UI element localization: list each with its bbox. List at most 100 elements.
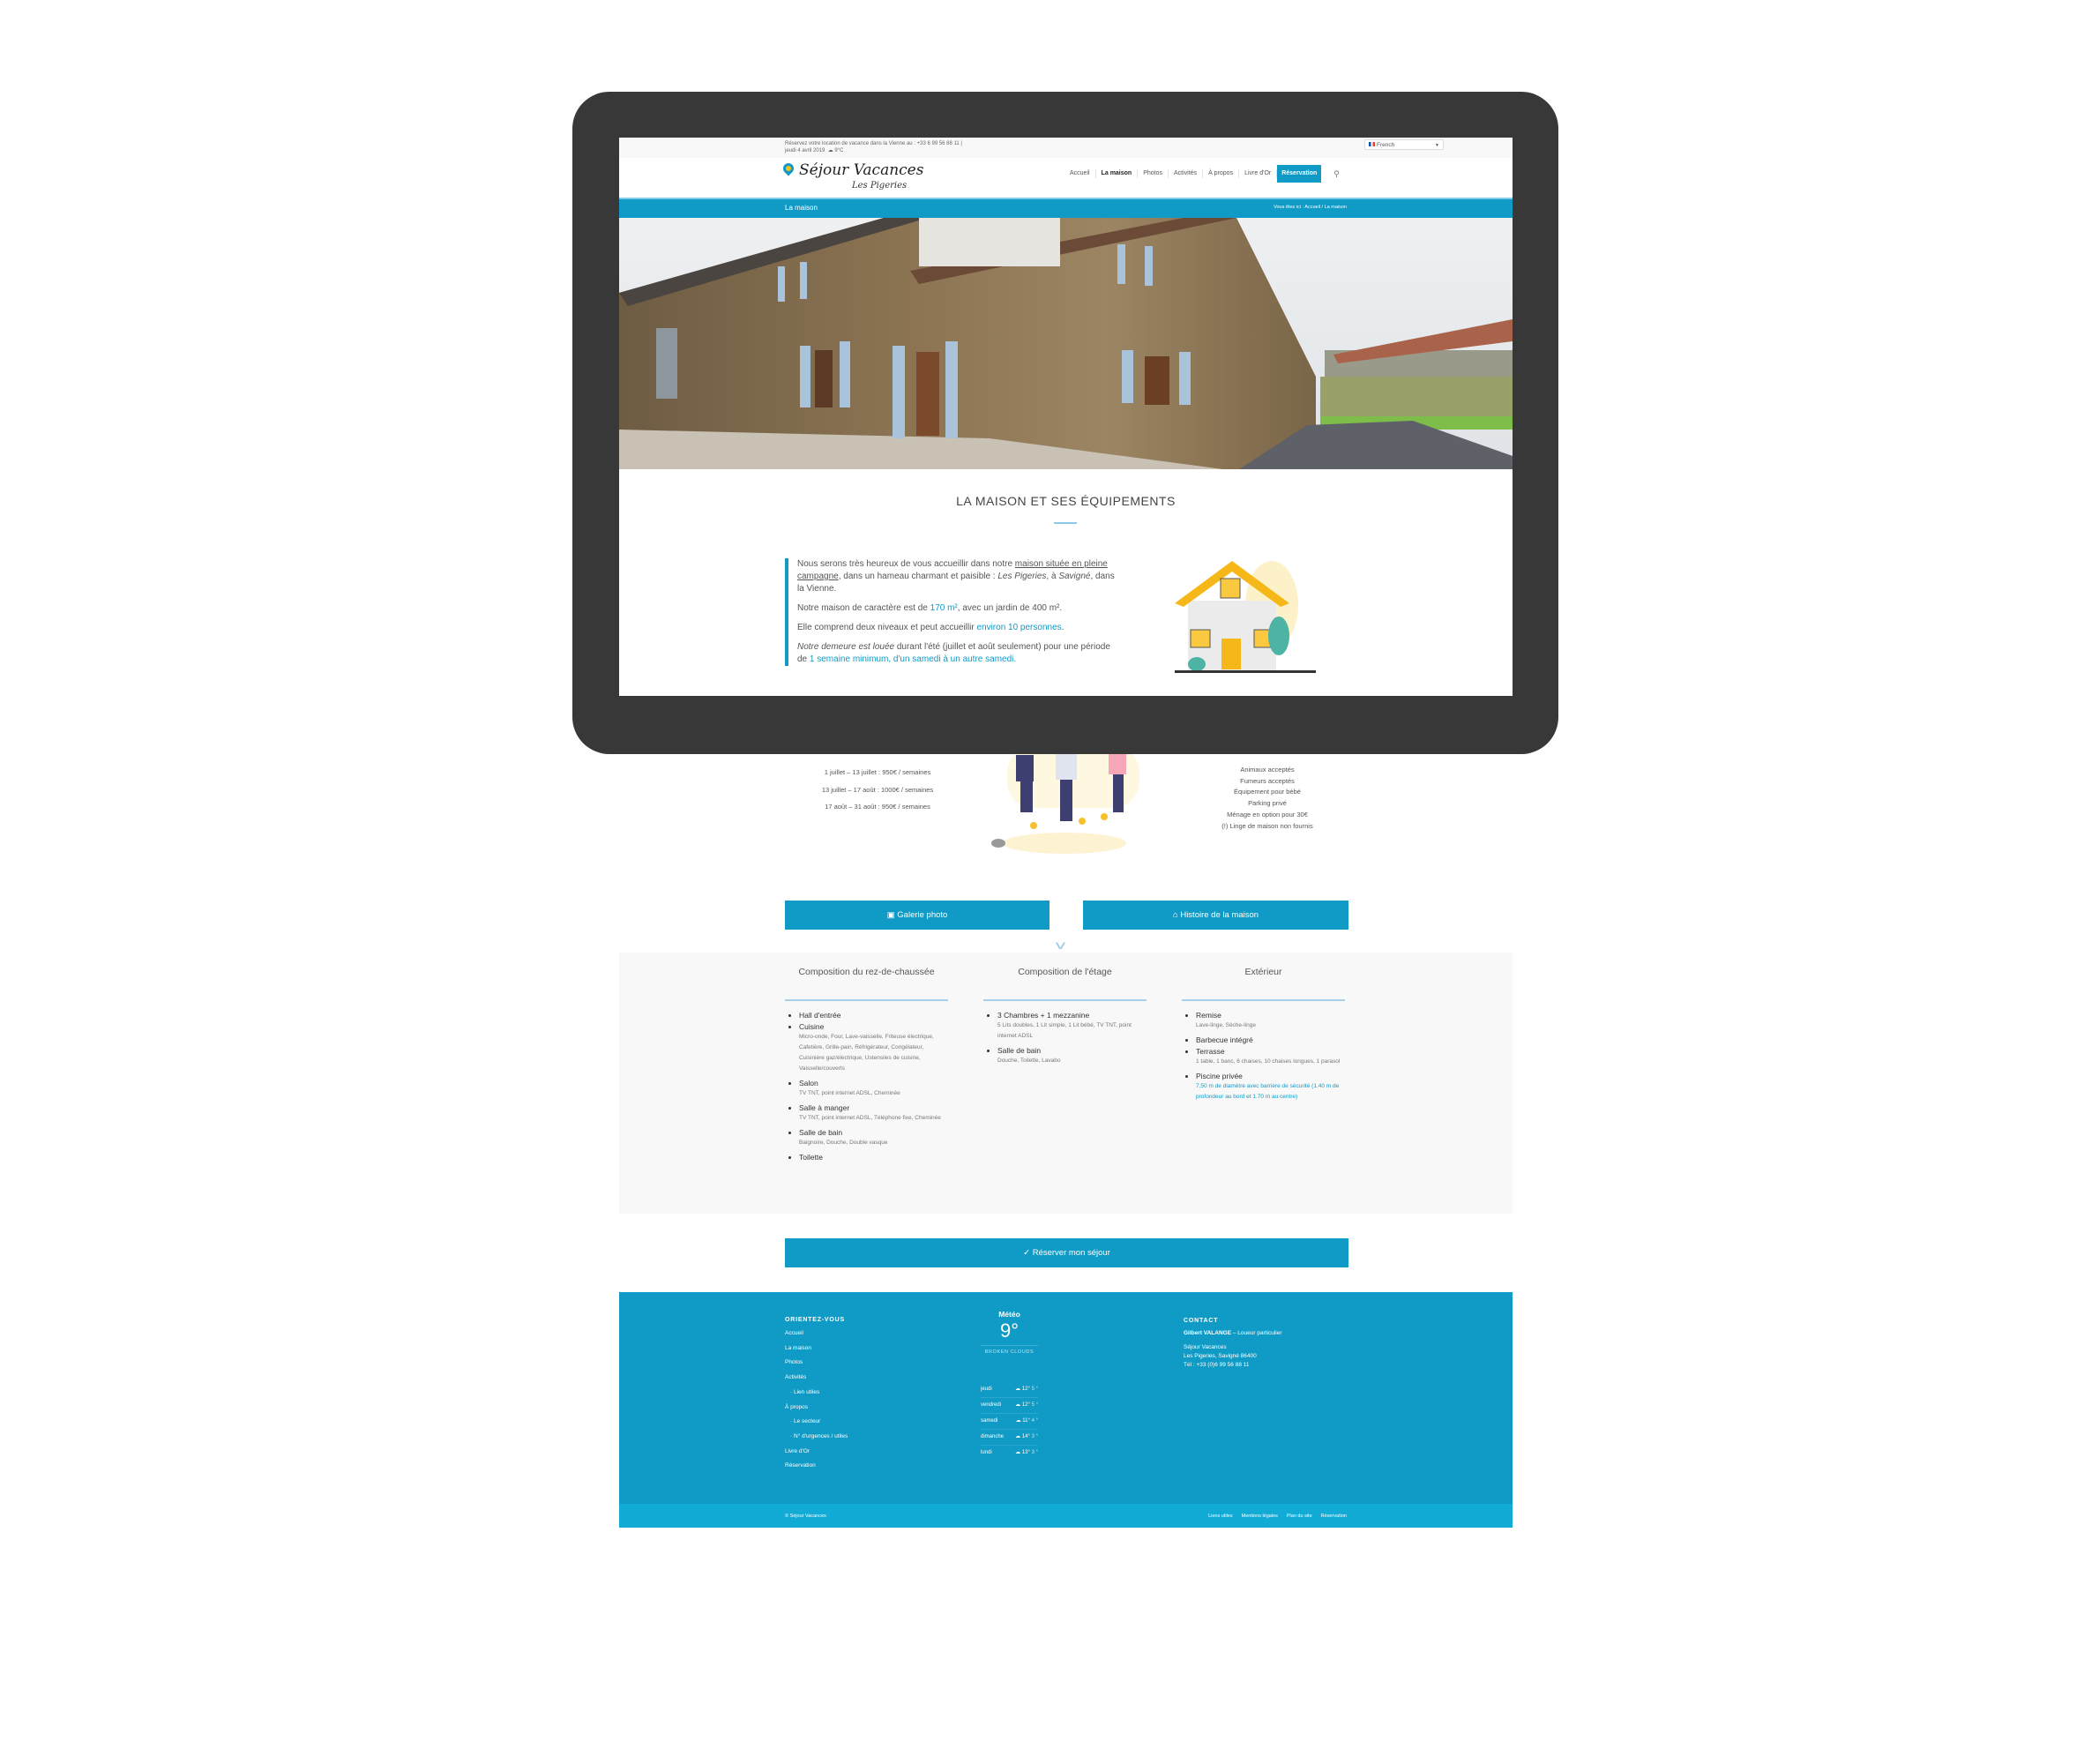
feature-detail: TV TNT, point internet ADSL, Téléphone f… (799, 1115, 941, 1121)
chevron-down-icon: ▼ (1435, 143, 1439, 148)
page-title-bar: La maison Vous êtes ici : Accueil / La m… (619, 198, 1513, 218)
forecast-low: 3 ° (1031, 1434, 1038, 1439)
france-flag-icon (1369, 142, 1375, 146)
column-title: Composition du rez-de-chaussée (785, 953, 948, 1001)
website-page: Réservez votre location de vacance dans … (619, 138, 1513, 1528)
feature-list: Remise Lave-linge, Sèche-linge Barbecue in… (1182, 1010, 1345, 1102)
intro-paragraph-3: Elle comprend deux niveaux et peut accue… (797, 623, 1064, 632)
forecast-high: 12° (1021, 1387, 1030, 1392)
breadcrumb-accueil[interactable]: Accueil (1304, 205, 1320, 210)
footer-nav-link[interactable]: Accueil (785, 1327, 848, 1342)
map-pin-icon (781, 161, 796, 176)
nav-activites[interactable]: Activités (1169, 169, 1204, 178)
feature-detail: 7,50 m de diamètre avec barrière de sécu… (1196, 1083, 1340, 1100)
forecast-low: 5 ° (1031, 1387, 1038, 1392)
nav-livre-dor[interactable]: Livre d'Or (1239, 169, 1278, 178)
forecast-row: dimanche ☁ 14° 3 ° (981, 1430, 1038, 1446)
feature-name: Hall d'entrée (799, 1011, 841, 1020)
text: Notre maison de caractère est de (797, 603, 930, 613)
amenity-item: Animaux acceptés (1240, 766, 1295, 774)
section-title: LA MAISON ET SES ÉQUIPEMENTS (956, 494, 1176, 508)
text: Nous serons très heureux de vous accueil… (797, 559, 1015, 569)
footer-contact: CONTACT Gilbert VALANGE – Loueur particu… (1184, 1317, 1282, 1370)
feature-detail: Micro-onde, Four, Lave-vaisselle, Friteu… (799, 1034, 934, 1072)
photo-gallery-button[interactable]: ▣ Galerie photo (785, 901, 1050, 930)
column-title: Extérieur (1182, 953, 1345, 1001)
nav-accueil[interactable]: Accueil (1064, 169, 1096, 178)
amenity-item: (!) Linge de maison non fournis (1221, 821, 1313, 830)
contact-line: Séjour Vacances (1184, 1344, 1227, 1350)
forecast-high: 14° (1021, 1434, 1030, 1439)
footer-nav-link[interactable]: Photos (785, 1356, 848, 1371)
footer-nav-link[interactable]: La maison (785, 1342, 848, 1357)
surface-highlight: 170 m² (930, 603, 958, 613)
link-label: Livre d'Or (785, 1447, 810, 1454)
footer-nav-link[interactable]: Livre d'Or (785, 1445, 848, 1460)
feature-item: Hall d'entrée (799, 1010, 948, 1020)
intro-text: Nous serons très heureux de vous accueil… (785, 558, 1115, 666)
forecast-row: jeudi ☁ 12° 5 ° (981, 1382, 1038, 1398)
footer-nav-link[interactable]: · Lien utiles (785, 1386, 848, 1401)
chevron-down-icon: v (1055, 938, 1066, 952)
logo-title: Séjour Vacances (799, 161, 924, 179)
feature-detail: TV TNT, point internet ADSL, Cheminée (799, 1090, 900, 1096)
nav-la-maison[interactable]: La maison (1096, 169, 1139, 178)
forecast-high: 12° (1021, 1402, 1030, 1408)
town-name: Savigné (1058, 572, 1091, 581)
copyright: © Séjour Vacances (785, 1514, 826, 1519)
place-name: Les Pigeries (997, 572, 1047, 581)
forecast-low: 3 ° (1031, 1450, 1038, 1455)
home-icon: ⌂ (1172, 910, 1178, 920)
button-label: Galerie photo (897, 910, 948, 920)
feature-item: Barbecue intégré (1196, 1035, 1345, 1045)
feature-item: Remise Lave-linge, Sèche-linge (1196, 1010, 1345, 1031)
feature-name: 3 Chambres + 1 mezzanine (997, 1011, 1090, 1020)
nav-a-propos[interactable]: À propos (1203, 169, 1240, 178)
footer-nav-link[interactable]: À propos (785, 1401, 848, 1416)
price-list: 1 juillet – 13 juillet : 950€ / semaines… (785, 764, 970, 816)
footer-nav: ORIENTEZ-VOUS Accueil La maison Photos Acti… (785, 1317, 848, 1474)
language-select[interactable]: French ▼ (1364, 139, 1444, 150)
footer-nav-link[interactable]: Réservation (785, 1459, 848, 1474)
link-label: La maison (785, 1344, 811, 1351)
feature-name: Piscine privée (1196, 1072, 1243, 1080)
site-footer: ORIENTEZ-VOUS Accueil La maison Photos Acti… (619, 1292, 1513, 1504)
footer-link-reservation[interactable]: Réservation (1321, 1514, 1347, 1519)
text: Elle comprend deux niveaux et peut accue… (797, 623, 977, 632)
cloud-icon: ☁ (827, 148, 833, 153)
nav-photos[interactable]: Photos (1138, 169, 1169, 178)
house-history-button[interactable]: ⌂ Histoire de la maison (1083, 901, 1348, 930)
contact-phone[interactable]: Tél : +33 (0)6 99 56 88 11 (1184, 1361, 1282, 1370)
feature-item: Salle de bain Baignoire, Douche, Double v… (799, 1127, 948, 1148)
text: , dans un hameau charmant et paisible : (838, 572, 998, 581)
site-header: Séjour Vacances Les Pigeries Accueil La … (619, 158, 1513, 198)
logo-subtitle: Les Pigeries (852, 181, 908, 191)
duration-highlight: 1 semaine minimum, d'un samedi à un autr… (809, 654, 1017, 664)
weather-title: Météo (998, 1310, 1020, 1319)
forecast-row: vendredi ☁ 12° 5 ° (981, 1398, 1038, 1414)
footer-links: Liens utiles Mentions légales Plan du si… (1208, 1514, 1347, 1519)
reserve-stay-button[interactable]: ✓ Réserver mon séjour (785, 1238, 1348, 1267)
feature-list: Hall d'entrée Cuisine Micro-onde, Four, La… (785, 1010, 948, 1162)
footer-nav-link[interactable]: Activités (785, 1371, 848, 1386)
footer-nav-link[interactable]: · Le secteur (785, 1415, 848, 1430)
weather-desc: BROKEN CLOUDS (981, 1345, 1038, 1355)
footer-link-plan-du-site[interactable]: Plan du site (1287, 1514, 1312, 1519)
amenity-item: Ménage en option pour 30€ (1227, 810, 1308, 818)
feature-detail: 1 table, 1 banc, 6 chaises, 10 chaises l… (1196, 1058, 1341, 1065)
intro-paragraph-4: Notre demeure est louée durant l'été (ju… (797, 641, 1115, 666)
jumping-people-illustration (972, 746, 1157, 861)
forecast-low: 4 ° (1031, 1418, 1038, 1424)
site-logo[interactable]: Séjour Vacances Les Pigeries (781, 160, 923, 195)
feature-name: Salle à manger (799, 1103, 850, 1112)
nav-reservation-button[interactable]: Réservation (1277, 165, 1322, 183)
search-icon[interactable]: ⚲ (1321, 169, 1340, 179)
footer-nav-link[interactable]: · N° d'urgences / utiles (785, 1430, 848, 1445)
footer-link-liens-utiles[interactable]: Liens utiles (1208, 1514, 1233, 1519)
feature-name: Salle de bain (997, 1046, 1042, 1055)
link-label: N° d'urgences / utiles (793, 1432, 848, 1439)
cloud-icon: ☁ (1015, 1418, 1021, 1424)
footer-link-mentions-legales[interactable]: Mentions légales (1242, 1514, 1278, 1519)
contact-address: Les Pigeries, Savigné 86400 (1184, 1353, 1257, 1359)
cloud-icon: ☁ (1015, 1387, 1021, 1392)
